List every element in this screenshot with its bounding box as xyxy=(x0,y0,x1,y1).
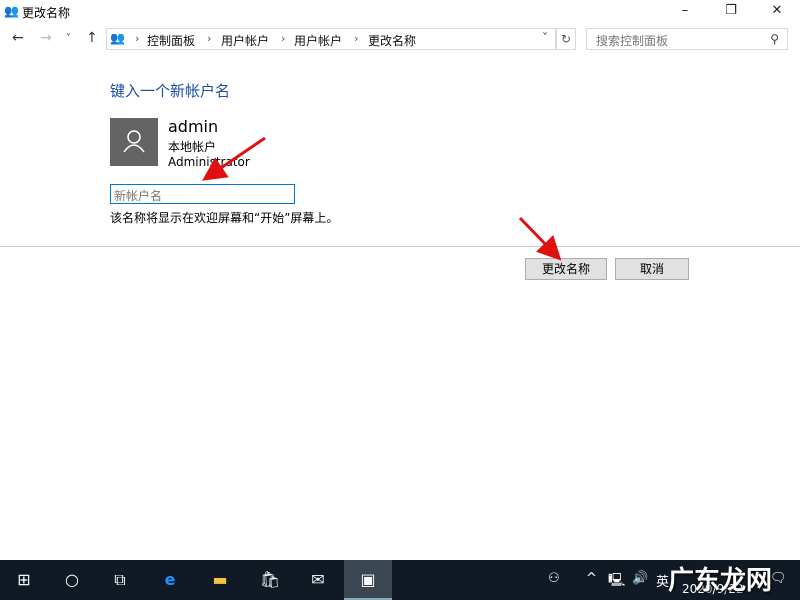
task-view-icon[interactable]: ⧉ xyxy=(96,560,144,600)
volume-icon[interactable]: 🔊 xyxy=(632,571,648,586)
search-taskbar-icon[interactable]: ○ xyxy=(48,560,96,600)
annotation-arrows xyxy=(0,0,800,300)
notifications-icon[interactable]: 🗨 xyxy=(770,571,787,586)
network-icon[interactable]: 🖳 xyxy=(608,571,625,593)
people-icon[interactable]: ⚇ xyxy=(548,571,560,586)
edge-icon[interactable]: e xyxy=(146,560,194,600)
show-hidden-icons[interactable]: ^ xyxy=(586,571,597,586)
start-button[interactable]: ⊞ xyxy=(0,560,48,600)
watermark: 广东龙网 xyxy=(668,560,772,597)
store-icon[interactable]: 🛍 xyxy=(246,560,294,600)
mail-icon[interactable]: ✉ xyxy=(294,560,342,600)
file-explorer-icon[interactable]: ▬ xyxy=(196,560,244,600)
control-panel-taskbar-icon[interactable]: ▣ xyxy=(344,560,392,600)
